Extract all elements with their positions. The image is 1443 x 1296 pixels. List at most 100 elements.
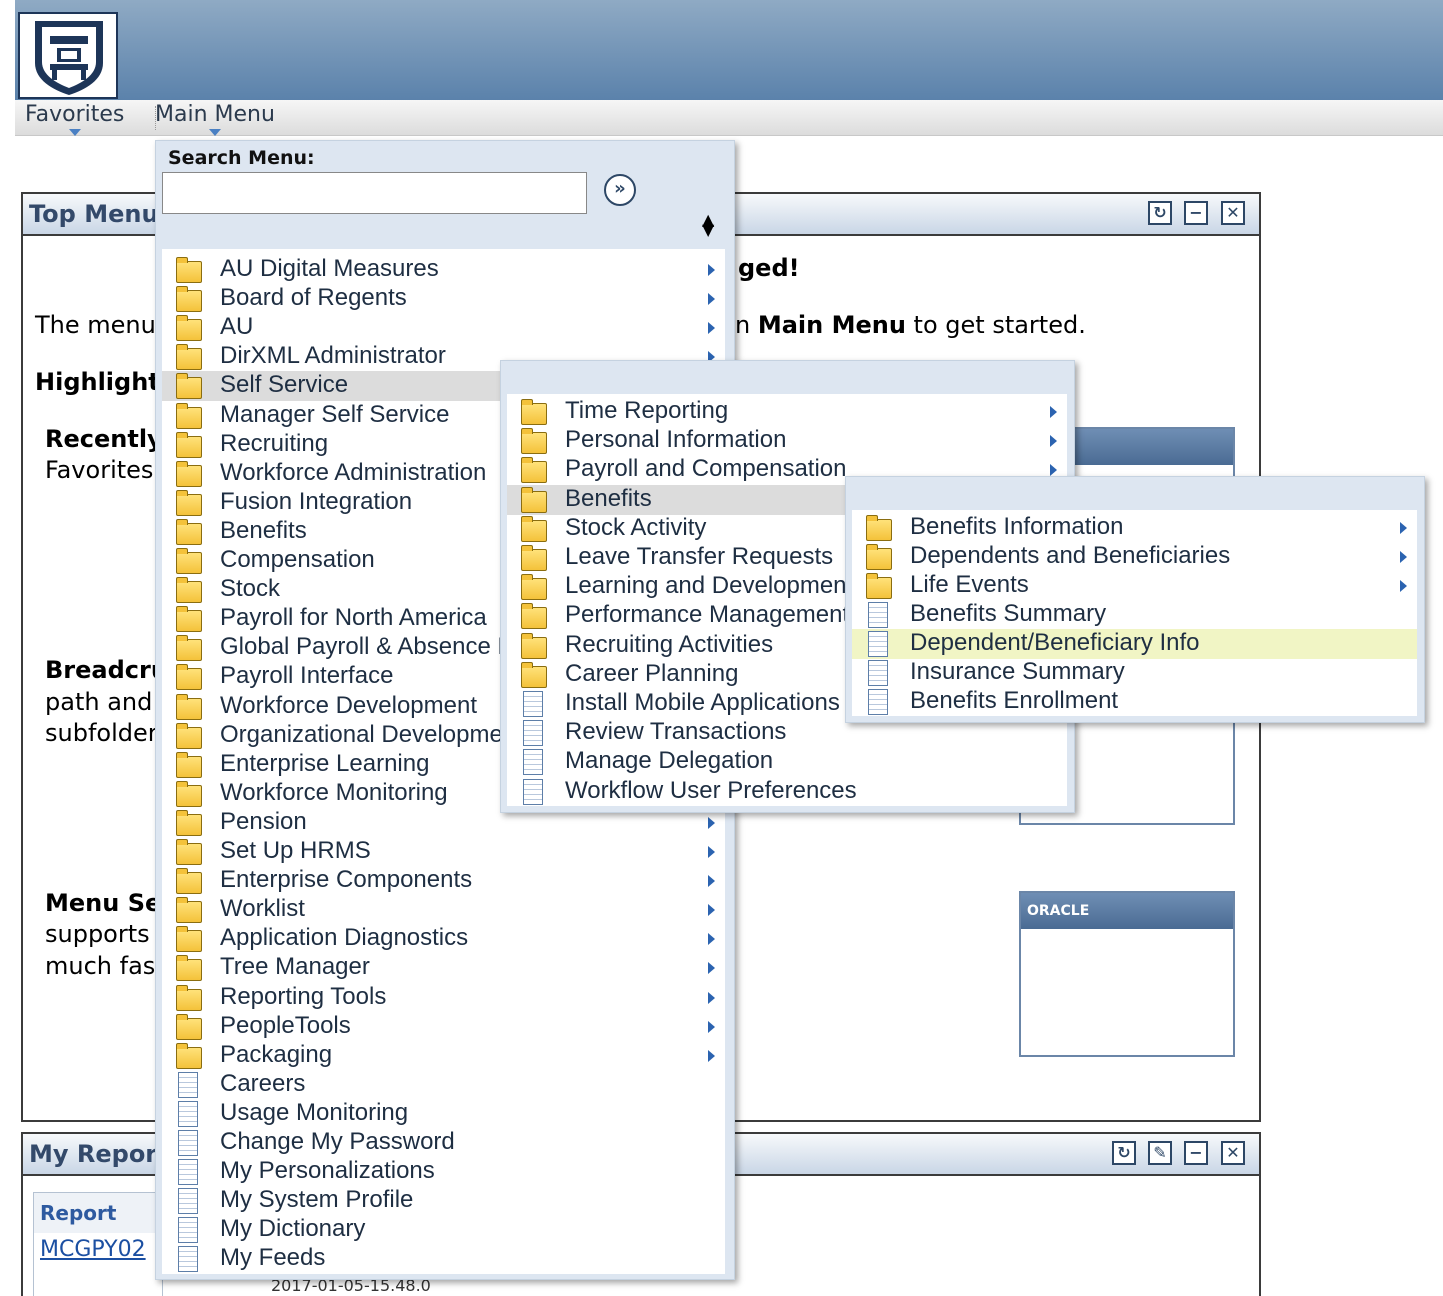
submenu-arrow-icon bbox=[708, 293, 715, 306]
main-menu-item-label: Self Service bbox=[220, 371, 349, 399]
main-menu-item-usage-monitoring[interactable]: Usage Monitoring bbox=[162, 1099, 725, 1129]
main-menu-item-label: Compensation bbox=[220, 546, 375, 573]
close-icon[interactable]: ✕ bbox=[1221, 201, 1245, 225]
folder-icon bbox=[176, 315, 202, 342]
benefits-item-benefits-summary[interactable]: Benefits Summary bbox=[852, 600, 1417, 630]
report-column-header: Report bbox=[34, 1193, 162, 1233]
main-menu-item-reporting-tools[interactable]: Reporting Tools bbox=[162, 983, 725, 1013]
self-service-item-label: Review Transactions bbox=[565, 718, 787, 746]
folder-icon bbox=[176, 431, 202, 458]
main-menu-item-label: Manager Self Service bbox=[220, 400, 450, 428]
main-menu-item-my-personalizations[interactable]: My Personalizations bbox=[162, 1157, 725, 1187]
folder-icon bbox=[176, 955, 202, 982]
benefits-item-life-events[interactable]: Life Events bbox=[852, 571, 1417, 601]
search-go-icon[interactable]: » bbox=[604, 174, 636, 206]
main-menu-item-packaging[interactable]: Packaging bbox=[162, 1041, 725, 1071]
benefits-item-dependent-beneficiary-info[interactable]: Dependent/Beneficiary Info bbox=[852, 629, 1417, 659]
self-service-item-time-reporting[interactable]: Time Reporting bbox=[507, 397, 1067, 427]
folder-icon bbox=[176, 402, 202, 429]
folder-icon bbox=[521, 603, 547, 630]
main-menu-item-worklist[interactable]: Worklist bbox=[162, 895, 725, 925]
folder-icon bbox=[176, 606, 202, 633]
main-menu-item-tree-manager[interactable]: Tree Manager bbox=[162, 953, 725, 983]
scroll-icon[interactable]: ▲ ▼ bbox=[702, 212, 714, 238]
refresh-icon[interactable]: ↻ bbox=[1112, 1141, 1136, 1165]
main-menu-item-set-up-hrms[interactable]: Set Up HRMS bbox=[162, 837, 725, 867]
benefits-submenu: Benefits Information Dependents and Benef… bbox=[845, 476, 1425, 723]
document-icon bbox=[178, 1071, 198, 1098]
main-menu-item-label: Pension bbox=[220, 807, 307, 835]
submenu-arrow-icon bbox=[708, 1020, 715, 1033]
self-service-item-label: Learning and Development bbox=[565, 572, 854, 600]
close-icon[interactable]: ✕ bbox=[1221, 1141, 1245, 1165]
main-menu[interactable]: Main Menu bbox=[147, 100, 283, 136]
main-menu-item-label: Benefits bbox=[220, 516, 307, 544]
main-menu-item-change-my-password[interactable]: Change My Password bbox=[162, 1128, 725, 1158]
oracle-thumbnail-header: ORACLE bbox=[1021, 893, 1233, 929]
submenu-arrow-icon bbox=[1400, 522, 1407, 534]
self-service-item-label: Personal Information bbox=[565, 426, 787, 454]
document-icon bbox=[523, 778, 543, 805]
main-menu-item-label: Enterprise Learning bbox=[220, 749, 430, 777]
minimize-icon[interactable]: − bbox=[1184, 1141, 1208, 1165]
folder-icon bbox=[176, 460, 202, 487]
folder-icon bbox=[176, 373, 202, 400]
main-menu-item-label: Recruiting bbox=[220, 429, 329, 457]
document-icon bbox=[178, 1130, 198, 1156]
main-menu-item-au-digital-measures[interactable]: AU Digital Measures bbox=[162, 255, 725, 285]
benefits-item-label: Life Events bbox=[910, 571, 1029, 598]
folder-icon bbox=[176, 635, 202, 662]
main-menu-item-au[interactable]: AU bbox=[162, 313, 725, 343]
self-service-item-personal-information[interactable]: Personal Information bbox=[507, 426, 1067, 456]
benefits-item-benefits-information[interactable]: Benefits Information bbox=[852, 513, 1417, 543]
refresh-icon[interactable]: ↻ bbox=[1148, 201, 1172, 225]
report-link[interactable]: MCGPY02 bbox=[34, 1233, 162, 1266]
submenu-arrow-icon bbox=[708, 933, 715, 946]
submenu-arrow-icon bbox=[708, 962, 715, 975]
folder-icon bbox=[176, 926, 202, 953]
much-faster-text: much fas bbox=[45, 952, 156, 980]
folder-icon bbox=[176, 839, 202, 865]
search-menu-input[interactable] bbox=[162, 172, 587, 214]
favorites-menu[interactable]: Favorites bbox=[17, 100, 132, 136]
folder-icon bbox=[176, 722, 202, 749]
main-menu-item-board-of-regents[interactable]: Board of Regents bbox=[162, 284, 725, 314]
favorites-dropdown-icon bbox=[68, 129, 81, 136]
minimize-icon[interactable]: − bbox=[1184, 201, 1208, 225]
self-service-item-manage-delegation[interactable]: Manage Delegation bbox=[507, 747, 1067, 777]
benefits-item-dependents-and-beneficiaries[interactable]: Dependents and Beneficiaries bbox=[852, 542, 1417, 572]
benefits-item-insurance-summary[interactable]: Insurance Summary bbox=[852, 658, 1417, 688]
folder-icon bbox=[521, 632, 547, 659]
main-menu-item-label: Payroll for North America bbox=[220, 604, 487, 632]
main-menu-item-label: Board of Regents bbox=[220, 284, 407, 312]
main-menu-item-label: Organizational Developme bbox=[220, 720, 503, 748]
folder-icon bbox=[176, 577, 202, 604]
self-service-item-label: Payroll and Compensation bbox=[565, 455, 847, 483]
main-menu-item-label: AU Digital Measures bbox=[220, 255, 439, 282]
folder-icon bbox=[176, 548, 202, 574]
main-menu-item-careers[interactable]: Careers bbox=[162, 1070, 725, 1100]
submenu-arrow-icon bbox=[708, 846, 715, 858]
main-menu-item-my-system-profile[interactable]: My System Profile bbox=[162, 1186, 725, 1216]
folder-icon bbox=[521, 486, 547, 513]
my-reports-title: My Report bbox=[29, 1140, 169, 1168]
main-menu-item-label: Global Payroll & Absence M bbox=[220, 633, 518, 661]
benefits-item-benefits-enrollment[interactable]: Benefits Enrollment bbox=[852, 687, 1417, 717]
benefits-list: Benefits Information Dependents and Benef… bbox=[852, 510, 1417, 716]
submenu-arrow-icon bbox=[708, 991, 715, 1004]
main-menu-item-peopletools[interactable]: PeopleTools bbox=[162, 1012, 725, 1042]
main-menu-item-enterprise-components[interactable]: Enterprise Components bbox=[162, 866, 725, 896]
menu-search-heading: Menu Se bbox=[45, 889, 162, 917]
self-service-item-workflow-user-preferences[interactable]: Workflow User Preferences bbox=[507, 777, 1067, 807]
search-menu-label: Search Menu: bbox=[168, 147, 315, 169]
edit-icon[interactable]: ✎ bbox=[1148, 1141, 1172, 1165]
folder-icon bbox=[521, 545, 547, 571]
folder-icon bbox=[521, 428, 547, 455]
main-menu-item-my-dictionary[interactable]: My Dictionary bbox=[162, 1215, 725, 1245]
main-menu-item-application-diagnostics[interactable]: Application Diagnostics bbox=[162, 924, 725, 954]
document-icon bbox=[523, 691, 543, 717]
main-menu-item-label: PeopleTools bbox=[220, 1011, 351, 1039]
folder-icon bbox=[866, 573, 892, 599]
main-menu-item-my-feeds[interactable]: My Feeds bbox=[162, 1244, 725, 1274]
main-menu-item-label: Usage Monitoring bbox=[220, 1098, 409, 1126]
